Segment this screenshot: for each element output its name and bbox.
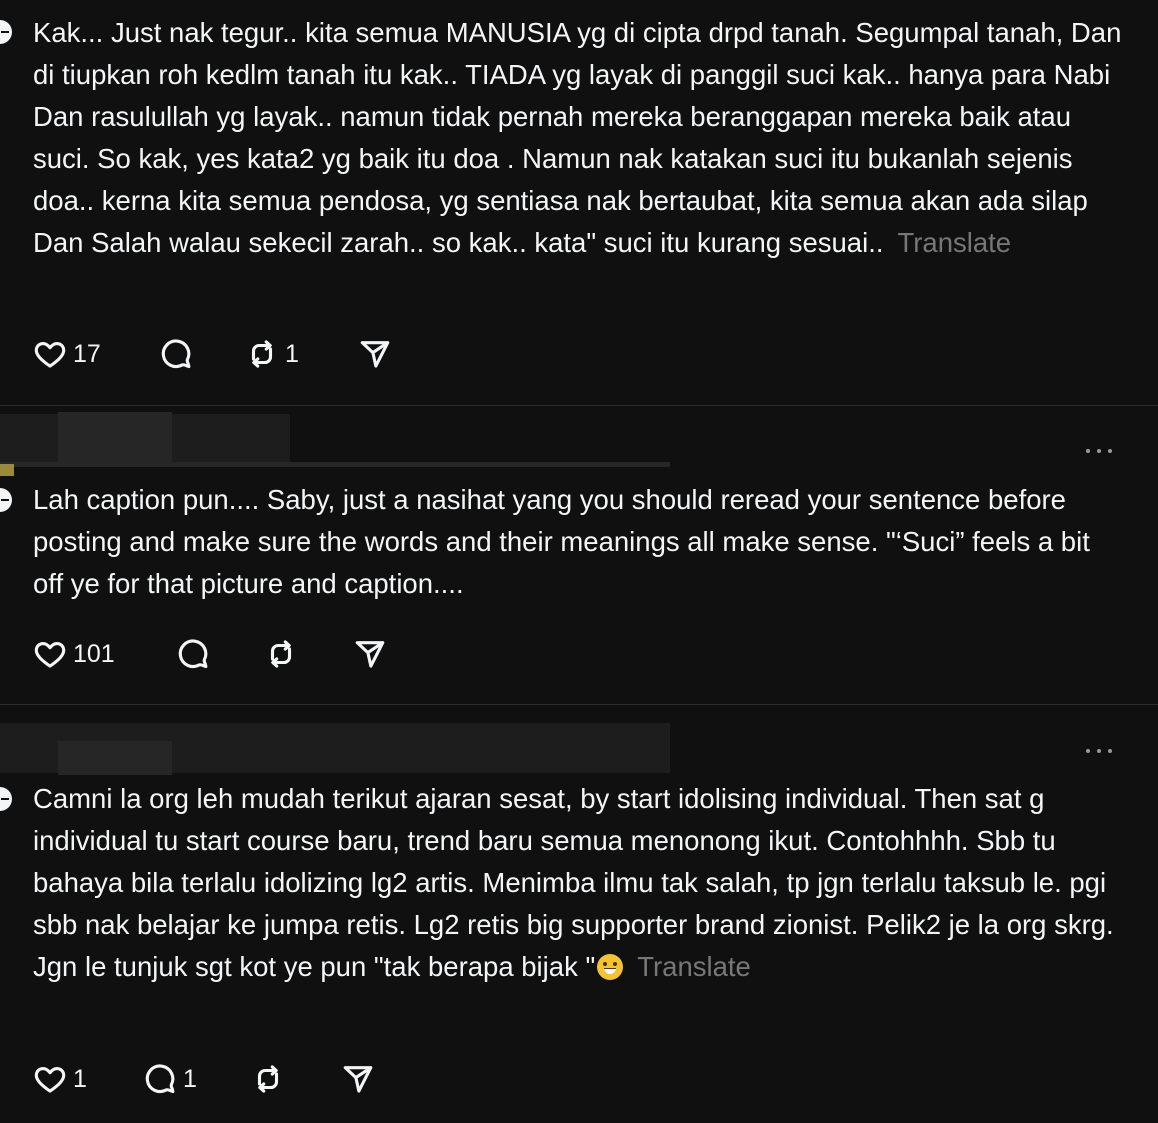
like-count: 1 bbox=[73, 1064, 87, 1093]
repost-icon bbox=[251, 340, 273, 368]
avatar-connector-icon bbox=[0, 488, 12, 512]
heart-icon bbox=[34, 641, 66, 668]
reply-button[interactable] bbox=[176, 636, 210, 672]
repost-button[interactable] bbox=[251, 1061, 285, 1097]
reply-button[interactable] bbox=[159, 336, 193, 372]
more-icon bbox=[1108, 449, 1112, 453]
like-button[interactable]: 17 bbox=[33, 336, 101, 372]
like-button[interactable]: 101 bbox=[33, 636, 115, 672]
comment-icon bbox=[161, 339, 191, 369]
avatar-connector-icon bbox=[0, 20, 12, 44]
like-count: 101 bbox=[73, 639, 115, 668]
more-icon bbox=[1086, 749, 1090, 753]
repost-count: 1 bbox=[285, 339, 299, 368]
more-icon bbox=[1097, 749, 1101, 753]
more-icon bbox=[1108, 749, 1112, 753]
comment-icon bbox=[178, 639, 208, 669]
share-button[interactable] bbox=[353, 636, 387, 672]
more-button[interactable] bbox=[1086, 746, 1112, 756]
share-button[interactable] bbox=[341, 1061, 375, 1097]
send-icon bbox=[355, 641, 385, 668]
comment-body: Camni la org leh mudah terikut ajaran se… bbox=[33, 783, 1114, 982]
avatar-connector-icon bbox=[0, 787, 12, 811]
grinning-sweat-emoji-icon bbox=[597, 954, 624, 980]
like-button[interactable]: 1 bbox=[33, 1061, 87, 1097]
more-button[interactable] bbox=[1086, 446, 1112, 456]
more-icon bbox=[1086, 449, 1090, 453]
comment-body: Kak... Just nak tegur.. kita semua MANUS… bbox=[33, 17, 1122, 258]
redacted-bar bbox=[0, 462, 670, 467]
comment-2: Lah caption pun.... Saby, just a nasihat… bbox=[0, 406, 1158, 704]
comment-text: Kak... Just nak tegur.. kita semua MANUS… bbox=[33, 12, 1123, 264]
reply-count: 1 bbox=[183, 1064, 197, 1093]
comment-3: Camni la org leh mudah terikut ajaran se… bbox=[0, 705, 1158, 1123]
translate-link[interactable]: Translate bbox=[897, 227, 1011, 258]
comment-icon bbox=[145, 1064, 175, 1094]
share-button[interactable] bbox=[358, 336, 392, 372]
reply-button[interactable]: 1 bbox=[143, 1061, 197, 1097]
translate-link[interactable]: Translate bbox=[637, 951, 751, 982]
heart-icon bbox=[34, 341, 66, 368]
redacted-avatar bbox=[0, 464, 14, 476]
heart-icon bbox=[34, 1066, 66, 1093]
comment-text: Camni la org leh mudah terikut ajaran se… bbox=[33, 778, 1123, 988]
redacted-block bbox=[58, 741, 172, 775]
comment-text: Lah caption pun.... Saby, just a nasihat… bbox=[33, 479, 1123, 605]
comment-body: Lah caption pun.... Saby, just a nasihat… bbox=[33, 484, 1090, 599]
repost-icon bbox=[257, 1065, 279, 1093]
more-icon bbox=[1097, 449, 1101, 453]
like-count: 17 bbox=[73, 339, 101, 368]
repost-button[interactable] bbox=[264, 636, 298, 672]
repost-icon bbox=[270, 640, 292, 668]
repost-button[interactable]: 1 bbox=[245, 336, 299, 372]
redacted-block bbox=[58, 412, 172, 466]
send-icon bbox=[360, 341, 390, 368]
send-icon bbox=[343, 1066, 373, 1093]
comment-1: Kak... Just nak tegur.. kita semua MANUS… bbox=[0, 0, 1158, 405]
